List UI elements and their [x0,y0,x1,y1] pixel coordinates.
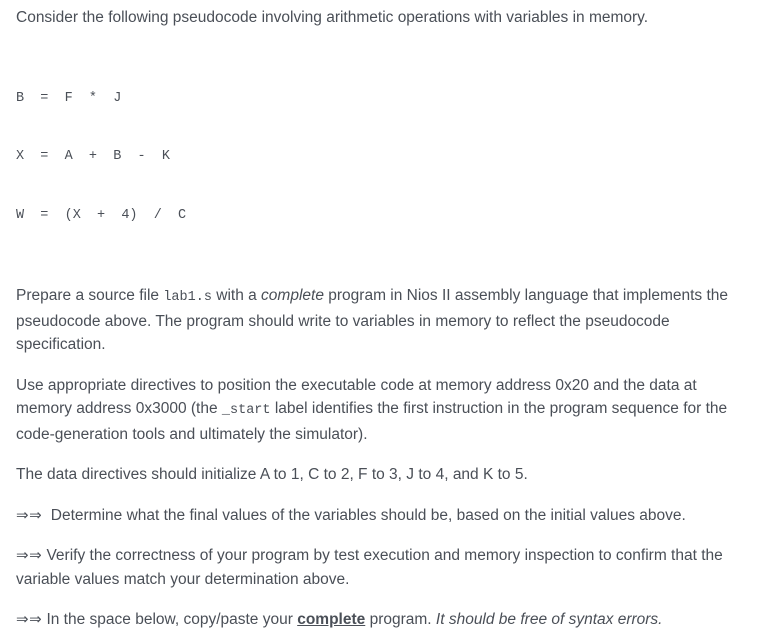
source-filename-code: lab1.s [163,290,212,305]
double-arrow-icon: ⇒⇒ [16,610,43,628]
bullet-determine-text: Determine what the final values of the v… [50,506,686,524]
paste-text-part1: In the space below, copy/paste your [46,611,298,628]
bullet-paste-program: ⇒⇒ In the space below, copy/paste your c… [16,608,742,632]
prepare-paragraph: Prepare a source file lab1.s with a comp… [16,284,742,357]
prepare-text-part1: Prepare a source file [16,287,164,304]
directives-paragraph: Use appropriate directives to position t… [16,374,742,447]
syntax-errors-emphasis: It should be free of syntax errors. [435,611,663,628]
complete-emphasis: complete [261,287,324,304]
pseudocode-line-3: W = (X + 4) / C [16,207,187,223]
start-label-code: _start [221,403,271,418]
intro-paragraph: Consider the following pseudocode involv… [16,9,649,26]
paste-text-part2: program. [365,611,436,628]
bullet-determine-values: ⇒⇒ Determine what the final values of th… [16,504,742,528]
pseudocode-line-2: X = A + B - K [16,149,170,164]
prepare-text-part2: with a [211,287,262,304]
pseudocode-line-1: B = F * J [16,90,122,106]
bullet-verify-correctness: ⇒⇒ Verify the correctness of your progra… [16,544,742,591]
initialization-paragraph: The data directives should initialize A … [16,466,528,483]
double-arrow-icon: ⇒⇒ [16,546,43,564]
complete-bold-underline: complete [297,611,366,628]
question-page: Consider the following pseudocode involv… [0,0,781,628]
bullet-verify-text: Verify the correctness of your program b… [16,547,723,588]
double-arrow-icon: ⇒⇒ [16,505,43,524]
bullet-spacer [42,507,51,524]
pseudocode-block: B = F * J X = A + B - K W = (X + 4) / C [16,50,765,265]
